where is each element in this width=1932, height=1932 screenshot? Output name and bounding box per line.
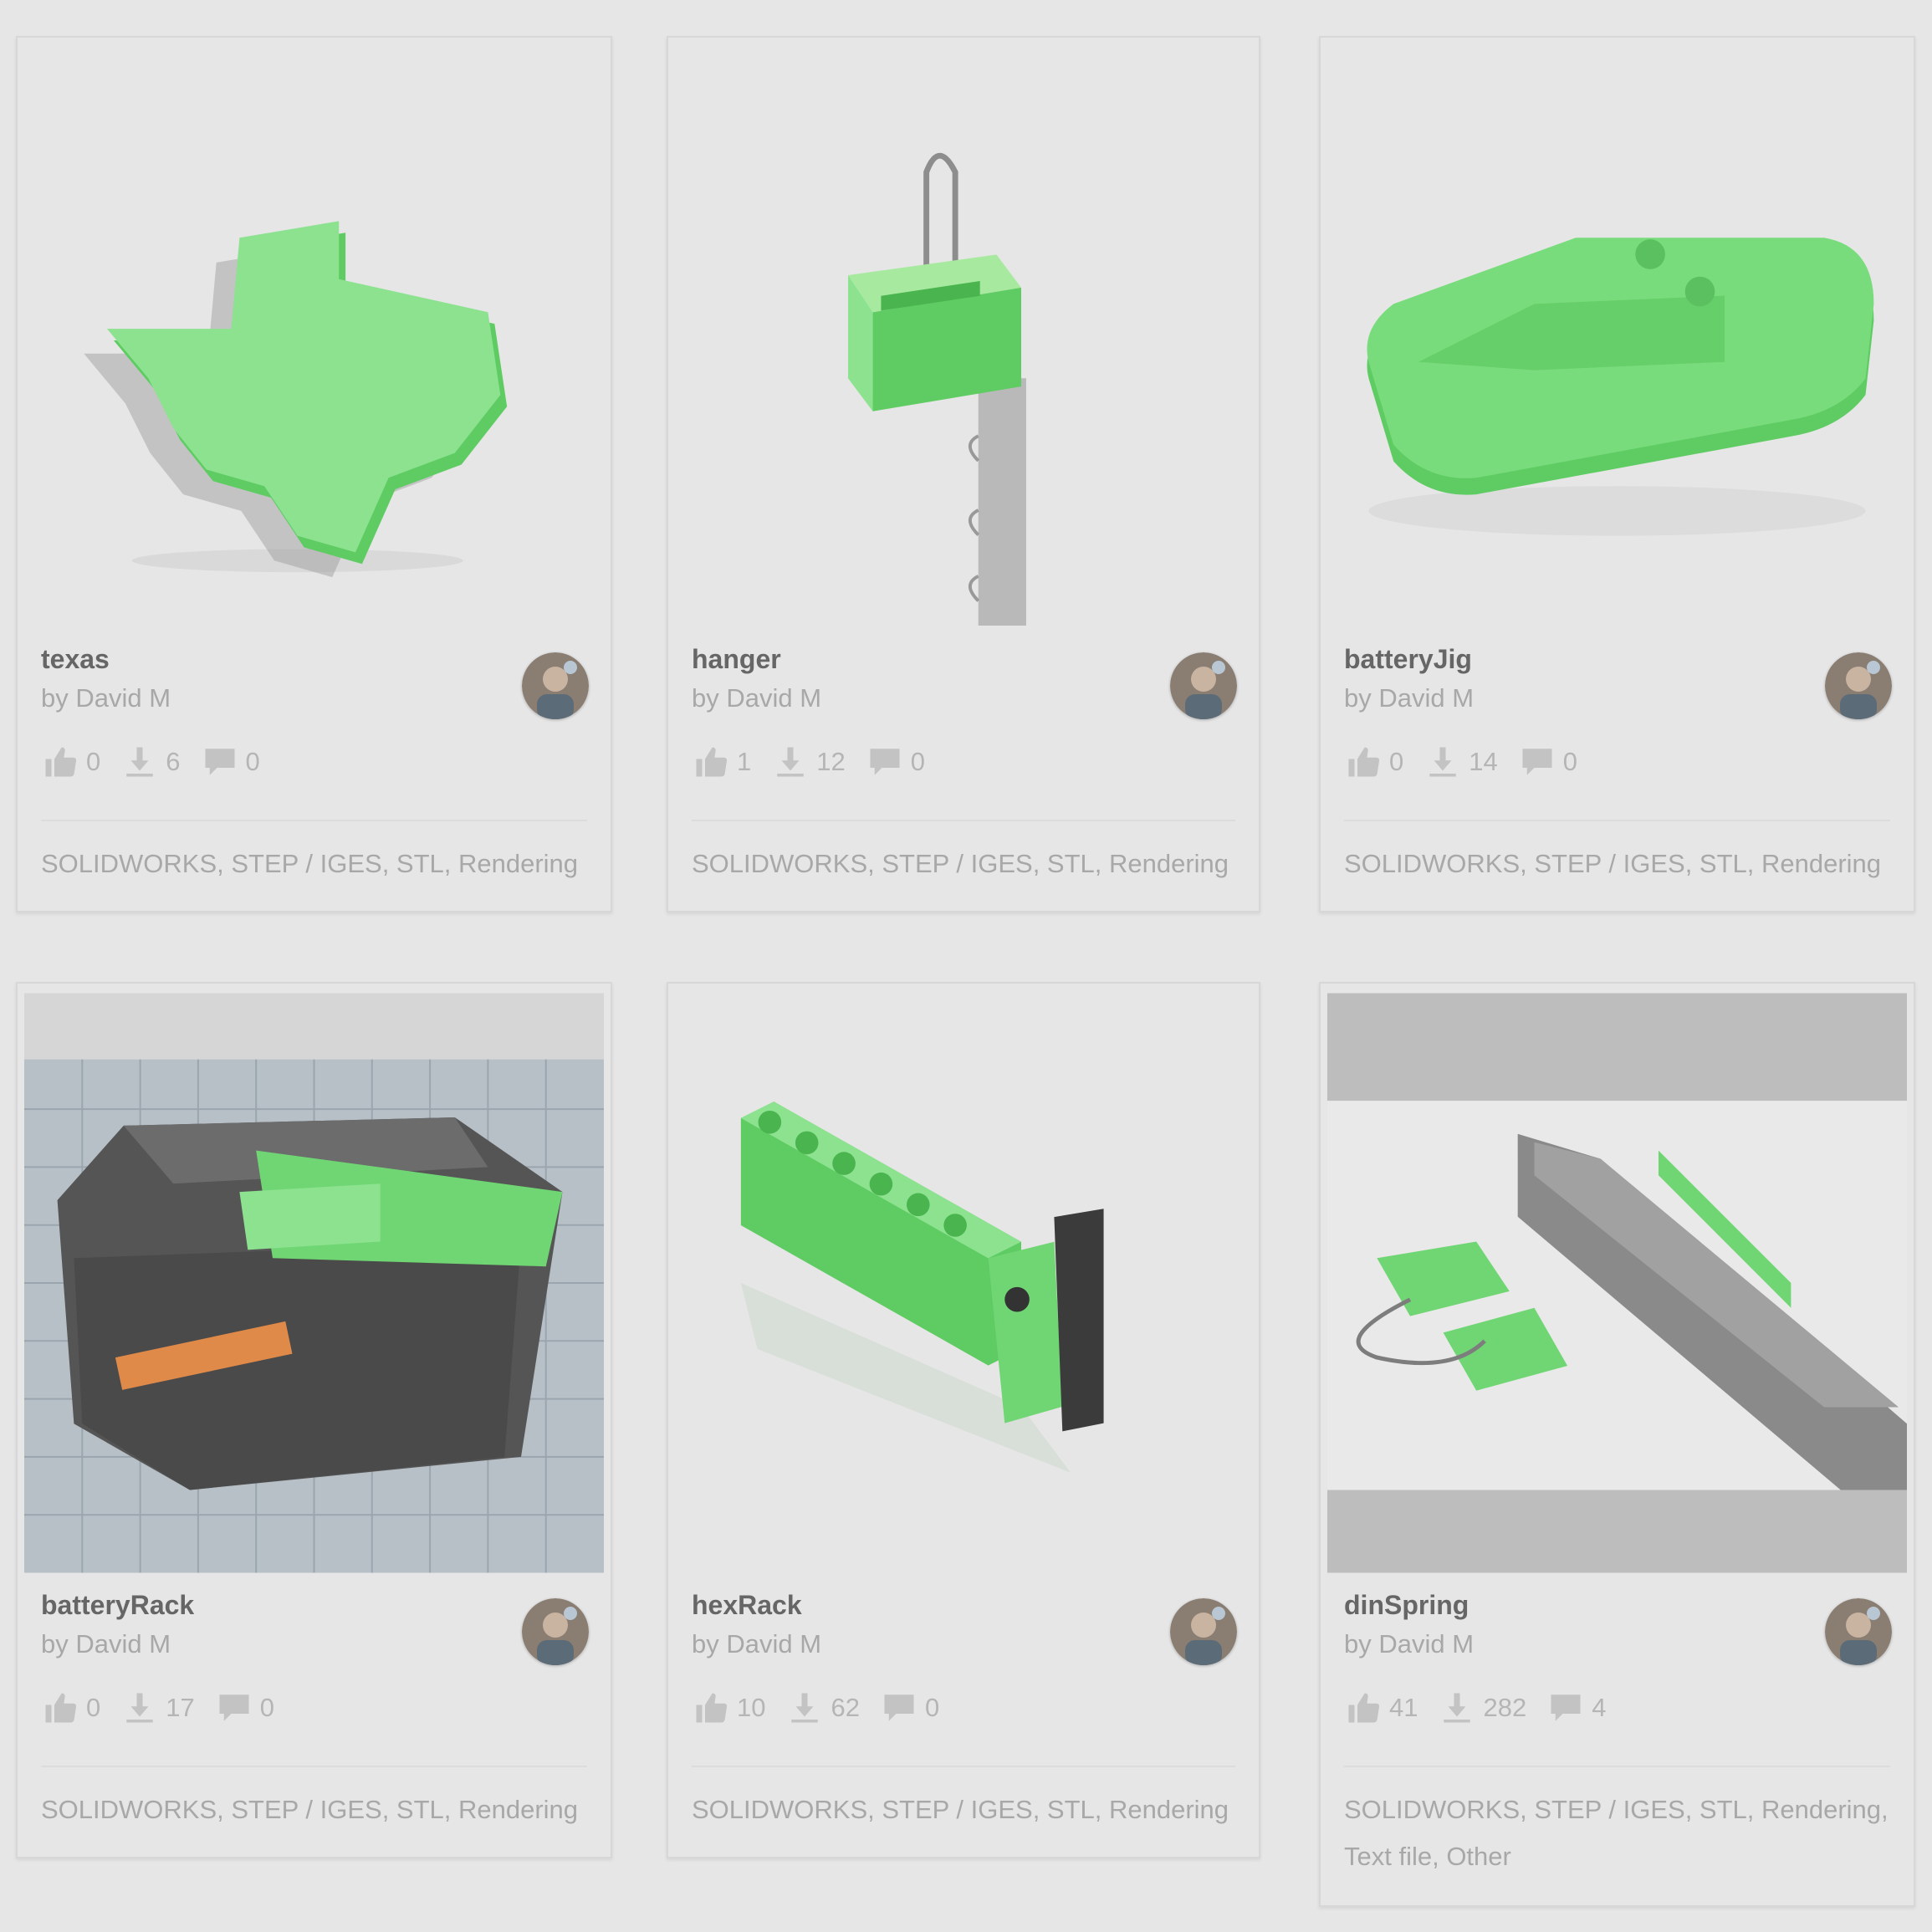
download-count[interactable]: 14 [1425,744,1498,779]
card-divider [692,820,1235,821]
download-count[interactable]: 12 [773,744,846,779]
author-avatar[interactable] [1825,1598,1892,1665]
download-icon [777,747,804,777]
card-divider [41,1766,587,1767]
model-thumbnail[interactable] [675,990,1252,1576]
hanger-render [848,152,1026,626]
file-formats: SOLIDWORKS, STEP / IGES, STL, Rendering [692,849,1229,878]
thumbs-up-icon [696,1693,728,1723]
model-author[interactable]: by David M [692,1629,821,1659]
thumbs-up-icon [1348,747,1380,777]
model-thumbnail[interactable] [675,44,1252,630]
model-card[interactable]: texas by David M 0 6 0 SOLIDWORKS, STEP … [16,36,612,912]
model-thumbnail[interactable] [1327,44,1907,630]
model-card[interactable]: batteryJig by David M 0 14 0 SOLIDWORKS,… [1319,36,1915,912]
comment-icon [884,1694,914,1721]
model-stats: 41 282 4 [1346,1688,1628,1728]
file-formats: SOLIDWORKS, STEP / IGES, STL, Rendering [41,849,579,878]
file-formats: SOLIDWORKS, STEP / IGES, STL, Rendering,… [1344,1795,1889,1871]
like-count[interactable]: 10 [693,1690,765,1725]
download-icon [1429,747,1456,777]
model-author[interactable]: by David M [41,683,171,713]
author-avatar[interactable] [1170,652,1237,719]
card-divider [1344,820,1890,821]
model-author[interactable]: by David M [692,683,821,713]
like-count[interactable]: 1 [693,744,751,779]
model-thumbnail[interactable] [24,990,604,1576]
author-avatar[interactable] [1825,652,1892,719]
thumbs-up-icon [45,1693,77,1723]
comment-icon [870,749,900,775]
like-count[interactable]: 41 [1346,1690,1418,1725]
model-title[interactable]: hexRack [692,1590,802,1621]
model-thumbnail[interactable] [1327,990,1907,1576]
file-formats: SOLIDWORKS, STEP / IGES, STL, Rendering [692,1795,1229,1824]
card-divider [692,1766,1235,1767]
like-count[interactable]: 0 [43,1690,100,1725]
model-stats: 0 6 0 [43,742,282,782]
din-spring-render [1327,993,1907,1573]
download-icon [126,747,153,777]
battery-jig-render [1367,238,1874,536]
comment-count[interactable]: 0 [882,1690,939,1725]
download-count[interactable]: 62 [787,1690,860,1725]
model-author[interactable]: by David M [1344,683,1474,713]
download-count[interactable]: 6 [122,744,181,779]
thumbs-up-icon [696,747,728,777]
thumbs-up-icon [1348,1693,1380,1723]
model-card[interactable]: hexRack by David M 10 62 0 SOLIDWORKS, S… [667,982,1260,1858]
battery-rack-photo [24,993,604,1573]
comment-count[interactable]: 0 [1520,744,1577,779]
model-title[interactable]: batteryJig [1344,644,1472,675]
model-stats: 0 17 0 [43,1688,296,1728]
hex-rack-render [740,1101,1104,1473]
author-avatar[interactable] [522,652,589,719]
comment-count[interactable]: 4 [1548,1690,1606,1725]
download-icon [791,1693,819,1723]
file-formats: SOLIDWORKS, STEP / IGES, STL, Rendering [1344,849,1882,878]
model-title[interactable]: dinSpring [1344,1590,1469,1621]
author-avatar[interactable] [522,1598,589,1665]
like-count[interactable]: 0 [1346,744,1403,779]
file-formats: SOLIDWORKS, STEP / IGES, STL, Rendering [41,1795,579,1824]
author-avatar[interactable] [1170,1598,1237,1665]
comment-count[interactable]: 0 [202,744,260,779]
model-author[interactable]: by David M [41,1629,171,1659]
model-card[interactable]: hanger by David M 1 12 0 SOLIDWORKS, STE… [667,36,1260,912]
comment-count[interactable]: 0 [217,1690,274,1725]
model-card[interactable]: dinSpring by David M 41 282 4 SOLIDWORKS… [1319,982,1915,1907]
model-thumbnail[interactable] [24,44,604,630]
download-icon [126,1693,153,1723]
model-title[interactable]: batteryRack [41,1590,194,1621]
model-stats: 1 12 0 [693,742,947,782]
texas-render [84,221,508,578]
model-title[interactable]: texas [41,644,110,675]
download-icon [1444,1693,1471,1723]
model-card[interactable]: batteryRack by David M 0 17 0 SOLIDWORKS… [16,982,612,1858]
download-count[interactable]: 282 [1439,1690,1526,1725]
card-divider [1344,1766,1890,1767]
comment-icon [1551,1694,1581,1721]
model-stats: 0 14 0 [1346,742,1599,782]
comment-icon [1522,749,1552,775]
comment-icon [219,1694,249,1721]
model-title[interactable]: hanger [692,644,781,675]
download-count[interactable]: 17 [122,1690,195,1725]
model-author[interactable]: by David M [1344,1629,1474,1659]
comment-count[interactable]: 0 [867,744,925,779]
model-stats: 10 62 0 [693,1688,961,1728]
thumbs-up-icon [45,747,77,777]
model-grid: texas by David M 0 6 0 SOLIDWORKS, STEP … [0,0,1932,1932]
card-divider [41,820,587,821]
like-count[interactable]: 0 [43,744,100,779]
comment-icon [205,749,234,775]
